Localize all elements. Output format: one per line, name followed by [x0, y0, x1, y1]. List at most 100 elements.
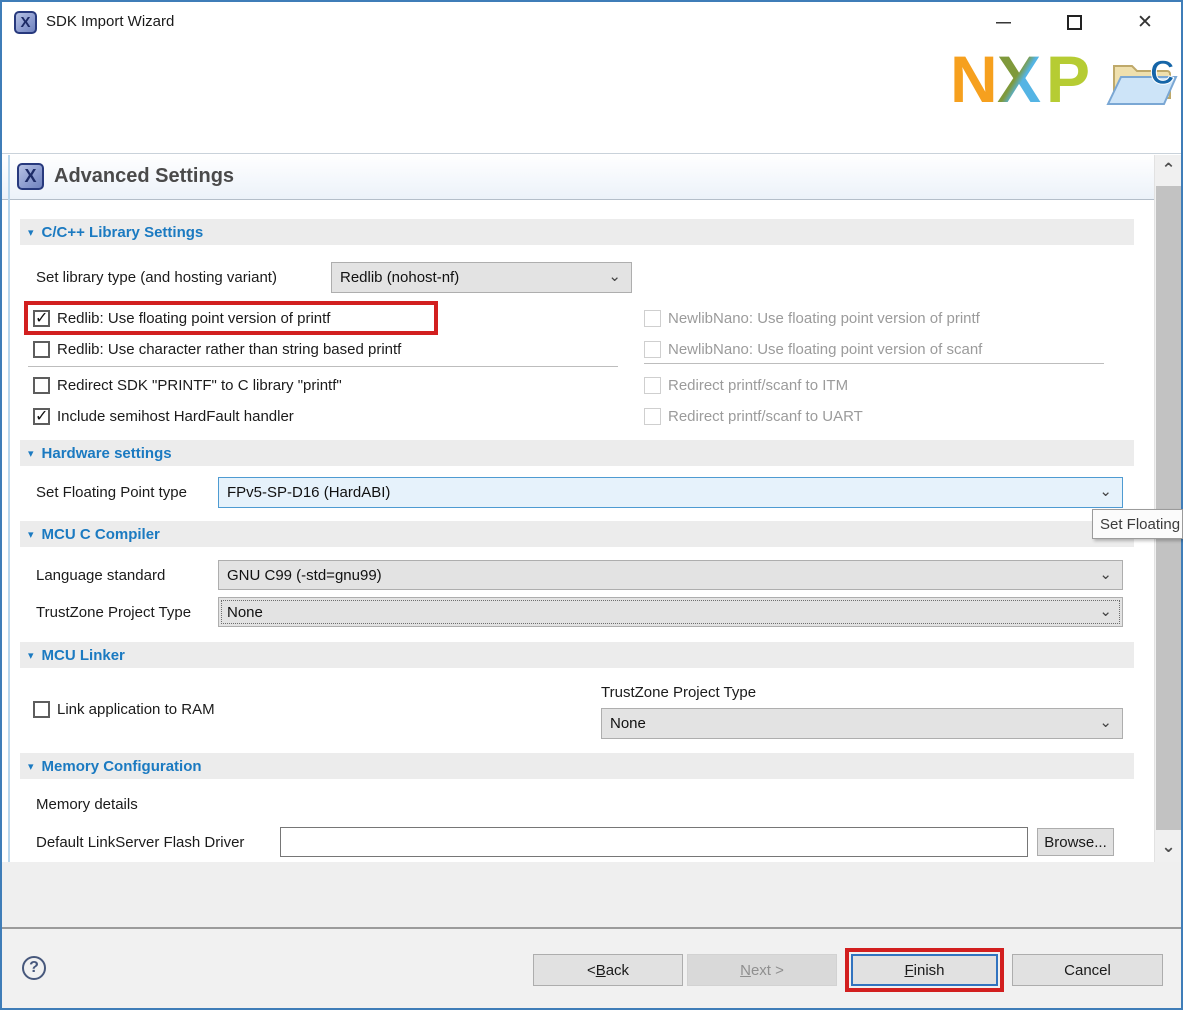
checkbox-redlib-float-printf[interactable]: Redlib: Use floating point version of pr… — [33, 303, 330, 334]
checkbox-newlibnano-scanf: NewlibNano: Use floating point version o… — [644, 334, 982, 365]
library-type-row: Set library type (and hosting variant) — [36, 262, 277, 293]
close-button[interactable]: ✕ — [1130, 8, 1160, 36]
mcuxpresso-app-icon: X — [14, 11, 37, 34]
chevron-down-icon: ⌄ — [1099, 565, 1112, 583]
section-mcu-c-compiler[interactable]: ▾ MCU C Compiler — [20, 521, 1134, 547]
collapse-triangle-icon: ▾ — [28, 760, 34, 773]
fp-type-tooltip: Set Floating — [1092, 509, 1183, 539]
checkbox-label: Link application to RAM — [57, 701, 215, 718]
section-title: C/C++ Library Settings — [42, 224, 204, 241]
collapse-triangle-icon: ▾ — [28, 649, 34, 662]
checkbox-label: Redirect printf/scanf to UART — [668, 408, 863, 425]
nxp-logo: N X P — [950, 46, 1102, 115]
page-header: X Advanced Settings — [0, 153, 1183, 200]
help-button[interactable]: ? — [22, 956, 46, 980]
cancel-button[interactable]: Cancel — [1012, 954, 1163, 986]
language-standard-label: Language standard — [36, 567, 165, 584]
section-title: MCU C Compiler — [42, 526, 160, 543]
language-standard-value: GNU C99 (-std=gnu99) — [227, 567, 382, 584]
browse-button[interactable]: Browse... — [1037, 828, 1114, 856]
checkbox-redirect-sdk-printf[interactable]: Redirect SDK "PRINTF" to C library "prin… — [33, 370, 342, 401]
scroll-area-left-border — [8, 155, 10, 862]
linker-trustzone-label: TrustZone Project Type — [601, 684, 756, 701]
checkbox-label: Redlib: Use floating point version of pr… — [57, 310, 330, 327]
checkbox-label: Include semihost HardFault handler — [57, 408, 294, 425]
scrollbar-up-icon[interactable]: ⌃ — [1155, 155, 1182, 185]
lower-spacer-band — [0, 862, 1183, 927]
checkbox-label: Redirect SDK "PRINTF" to C library "prin… — [57, 377, 342, 394]
flash-driver-row: Default LinkServer Flash Driver — [36, 827, 244, 857]
checkbox-icon — [644, 341, 661, 358]
flash-driver-input[interactable] — [280, 827, 1028, 857]
trustzone-row: TrustZone Project Type — [36, 597, 191, 627]
next-button: Next > — [687, 954, 837, 986]
fp-type-value: FPv5-SP-D16 (HardABI) — [227, 484, 390, 501]
checkbox-icon[interactable] — [33, 310, 50, 327]
checkbox-icon — [644, 377, 661, 394]
library-type-value: Redlib (nohost-nf) — [340, 269, 459, 286]
c-folder-icon: C — [1104, 52, 1180, 117]
memory-details-row: Memory details — [36, 794, 138, 814]
back-button[interactable]: < Back — [533, 954, 683, 986]
fp-type-dropdown[interactable]: FPv5-SP-D16 (HardABI) ⌄ — [218, 477, 1123, 508]
title-bar[interactable]: X SDK Import Wizard — ✕ — [0, 0, 1183, 44]
section-library-settings[interactable]: ▾ C/C++ Library Settings — [20, 219, 1134, 245]
section-title: Hardware settings — [42, 445, 172, 462]
linker-trustzone-dropdown[interactable]: None ⌄ — [601, 708, 1123, 739]
section-title: MCU Linker — [42, 647, 125, 664]
nxp-letter-n: N — [950, 46, 998, 110]
checkbox-label: NewlibNano: Use floating point version o… — [668, 341, 982, 358]
fp-type-label: Set Floating Point type — [36, 484, 187, 501]
maximize-icon — [1067, 15, 1082, 30]
checkbox-semihost-hardfault[interactable]: Include semihost HardFault handler — [33, 401, 294, 432]
checkbox-icon — [644, 310, 661, 327]
checkbox-label: NewlibNano: Use floating point version o… — [668, 310, 980, 327]
collapse-triangle-icon: ▾ — [28, 528, 34, 541]
section-hardware-settings[interactable]: ▾ Hardware settings — [20, 440, 1134, 466]
right-column-divider — [644, 363, 1104, 364]
back-label: < — [587, 962, 596, 979]
checkbox-link-to-ram[interactable]: Link application to RAM — [33, 694, 215, 725]
fp-type-row: Set Floating Point type — [36, 477, 187, 508]
memory-details-label: Memory details — [36, 796, 138, 813]
checkbox-icon[interactable] — [33, 701, 50, 718]
checkbox-icon[interactable] — [33, 377, 50, 394]
scrollbar-thumb[interactable] — [1156, 186, 1181, 830]
section-mcu-linker[interactable]: ▾ MCU Linker — [20, 642, 1134, 668]
library-type-dropdown[interactable]: Redlib (nohost-nf) ⌄ — [331, 262, 632, 293]
collapse-triangle-icon: ▾ — [28, 226, 34, 239]
maximize-button[interactable] — [1059, 8, 1089, 36]
library-type-label: Set library type (and hosting variant) — [36, 269, 277, 286]
chevron-down-icon: ⌄ — [1099, 482, 1112, 500]
checkbox-icon[interactable] — [33, 341, 50, 358]
checkbox-redlib-char-printf[interactable]: Redlib: Use character rather than string… — [33, 334, 401, 365]
checkbox-redirect-uart: Redirect printf/scanf to UART — [644, 401, 863, 432]
checkbox-icon[interactable] — [33, 408, 50, 425]
page-title: Advanced Settings — [54, 165, 234, 188]
advanced-settings-icon: X — [17, 163, 44, 190]
minimize-button[interactable]: — — [988, 8, 1018, 36]
collapse-triangle-icon: ▾ — [28, 447, 34, 460]
checkbox-label: Redlib: Use character rather than string… — [57, 341, 401, 358]
left-column-divider — [28, 366, 618, 367]
checkbox-newlibnano-printf: NewlibNano: Use floating point version o… — [644, 303, 980, 334]
language-standard-row: Language standard — [36, 560, 165, 590]
chevron-down-icon: ⌄ — [608, 267, 621, 285]
section-title: Memory Configuration — [42, 758, 202, 775]
trustzone-dropdown[interactable]: None ⌄ — [218, 597, 1123, 627]
checkbox-redirect-itm: Redirect printf/scanf to ITM — [644, 370, 848, 401]
linker-trustzone-value: None — [610, 715, 646, 732]
section-memory-configuration[interactable]: ▾ Memory Configuration — [20, 753, 1134, 779]
trustzone-label: TrustZone Project Type — [36, 604, 191, 621]
scrollbar-down-icon[interactable]: ⌄ — [1155, 832, 1182, 862]
finish-button[interactable]: Finish — [851, 954, 998, 986]
nxp-letter-x: X — [997, 46, 1041, 110]
nxp-letter-p: P — [1046, 46, 1090, 110]
linker-trustzone-label-row: TrustZone Project Type — [601, 682, 756, 702]
flash-driver-label: Default LinkServer Flash Driver — [36, 834, 244, 851]
trustzone-value: None — [227, 604, 263, 621]
language-standard-dropdown[interactable]: GNU C99 (-std=gnu99) ⌄ — [218, 560, 1123, 590]
chevron-down-icon: ⌄ — [1099, 713, 1112, 731]
folder-letter-c: C — [1150, 54, 1175, 92]
sdk-import-wizard-window: X SDK Import Wizard — ✕ N X P — [0, 0, 1183, 1010]
